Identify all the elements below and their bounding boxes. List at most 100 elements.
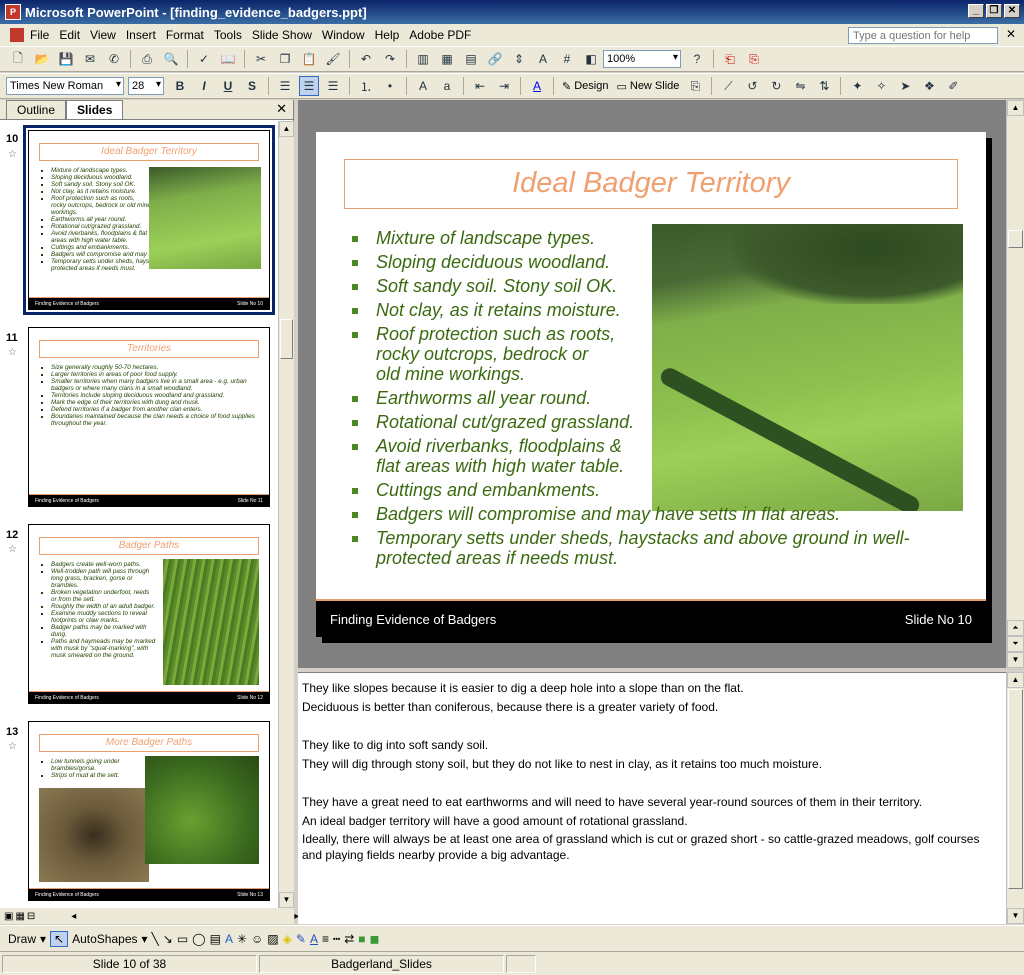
slide-scrollbar[interactable]: ▲ ⏶ ⏷ ▼ [1006,100,1024,668]
line-icon[interactable]: ╲ [152,932,159,946]
research-icon[interactable]: 📖 [218,49,238,69]
restore-button[interactable]: ❐ [986,4,1002,18]
pdf-convert-icon[interactable]: ⎗ [720,49,740,69]
slide-show-icon[interactable]: ⊟ [27,911,35,922]
align-right-icon[interactable]: ☰ [323,76,343,96]
format-painter-icon[interactable]: 🖌 [323,49,343,69]
notes-scrollbar[interactable]: ▲ ▼ [1006,672,1024,924]
speaker-notes[interactable]: They like slopes because it is easier to… [298,672,1006,924]
current-slide[interactable]: Ideal Badger Territory Mixture of landsc… [316,132,986,637]
font-color-icon[interactable]: A [527,76,547,96]
clip-art-icon[interactable]: ☺ [251,932,263,946]
highlighter-icon[interactable]: ✐ [943,76,963,96]
slide-thumbnail-12[interactable]: Badger Paths Badgers create well-worn pa… [28,524,270,704]
slide-thumbnail-10[interactable]: Ideal Badger Territory Mixture of landsc… [23,125,275,315]
oval-icon[interactable]: ◯ [192,932,205,946]
tables-borders-icon[interactable]: ▤ [461,49,481,69]
scrollbar-thumb[interactable] [1008,230,1023,248]
shadow-button[interactable]: S [242,76,262,96]
zoom-select[interactable]: 100% [603,50,681,68]
copy-icon[interactable]: ❐ [275,49,295,69]
close-pane-icon[interactable]: ✕ [276,101,287,117]
help-icon[interactable]: ? [687,49,707,69]
align-left-icon[interactable]: ☰ [275,76,295,96]
slide-thumbnail-11[interactable]: Territories Size generally roughly 50-70… [28,327,270,507]
dropdown-arrow-icon[interactable]: ▾ [142,932,148,946]
new-slide-button[interactable]: ▭ New Slide [616,80,679,93]
email-icon[interactable]: ✆ [104,49,124,69]
picture-icon[interactable]: ▨ [267,932,278,946]
wordart-icon[interactable]: A [225,932,233,946]
design-button[interactable]: ✎ Design [562,80,608,93]
diagram-icon[interactable]: ✳ [237,932,247,946]
print-preview-icon[interactable]: 🔍 [161,49,181,69]
color-grayscale-icon[interactable]: ◧ [581,49,601,69]
menu-slide-show[interactable]: Slide Show [252,28,320,42]
underline-button[interactable]: U [218,76,238,96]
new-file-icon[interactable]: 🗋 [8,49,28,69]
close-document-icon[interactable]: ✕ [1006,27,1016,41]
shadow-style-icon[interactable]: ■ [358,932,365,946]
increase-indent-icon[interactable]: ⇥ [494,76,514,96]
document-menu-icon[interactable] [10,28,24,42]
flip-horizontal-icon[interactable]: ⇋ [790,76,810,96]
menu-file[interactable]: File [30,28,57,42]
show-grid-icon[interactable]: # [557,49,577,69]
decrease-font-icon[interactable]: a [437,76,457,96]
next-slide-icon[interactable]: ⏷ [1007,636,1024,652]
open-folder-icon[interactable]: 📂 [32,49,52,69]
permission-icon[interactable]: ✉ [80,49,100,69]
thumbnails-scrollbar[interactable]: ▲ ▼ [278,121,294,908]
previous-slide-icon[interactable]: ⏶ [1007,620,1024,636]
bold-button[interactable]: B [170,76,190,96]
scrollbar-thumb[interactable] [1008,689,1023,889]
arrow-style-icon[interactable]: ⇄ [344,932,354,946]
menu-adobe-pdf[interactable]: Adobe PDF [409,28,479,42]
dropdown-arrow-icon[interactable]: ▾ [40,932,46,946]
tab-slides[interactable]: Slides [66,100,124,119]
align-center-icon[interactable]: ☰ [299,76,319,96]
expand-all-icon[interactable]: ⇕ [509,49,529,69]
insert-table-icon[interactable]: ▦ [437,49,457,69]
help-search-input[interactable] [848,27,998,44]
print-icon[interactable]: ⎙ [137,49,157,69]
scroll-down-icon[interactable]: ▼ [279,892,294,908]
edit-points-icon[interactable]: ⟋ [718,76,738,96]
cut-icon[interactable]: ✂ [251,49,271,69]
italic-button[interactable]: I [194,76,214,96]
scroll-down-icon[interactable]: ▼ [1007,652,1024,668]
normal-view-icon[interactable]: ▣ [4,911,13,922]
line-color-icon[interactable]: ✎ [296,932,306,946]
tab-outline[interactable]: Outline [6,100,67,119]
save-icon[interactable]: 💾 [56,49,76,69]
autoshapes-menu[interactable]: AutoShapes [72,932,137,946]
scroll-down-icon[interactable]: ▼ [1007,908,1024,924]
increase-font-icon[interactable]: A [413,76,433,96]
scroll-up-icon[interactable]: ▲ [279,121,294,137]
scroll-up-icon[interactable]: ▲ [1007,100,1024,116]
font-name-select[interactable]: Times New Roman [6,77,124,95]
menu-format[interactable]: Format [166,28,212,42]
show-formatting-icon[interactable]: A [533,49,553,69]
scroll-up-icon[interactable]: ▲ [1007,672,1024,688]
menu-insert[interactable]: Insert [126,28,164,42]
flip-vertical-icon[interactable]: ⇅ [814,76,834,96]
spelling-icon[interactable]: ✓ [194,49,214,69]
powerpoint-app-icon[interactable]: P [5,4,21,20]
undo-icon[interactable]: ↶ [356,49,376,69]
menu-view[interactable]: View [90,28,124,42]
action-settings-icon[interactable]: ➤ [895,76,915,96]
menu-edit[interactable]: Edit [59,28,88,42]
menu-tools[interactable]: Tools [214,28,250,42]
menu-window[interactable]: Window [322,28,373,42]
slide-thumbnail-13[interactable]: More Badger Paths Low tunnels going unde… [28,721,270,901]
decrease-indent-icon[interactable]: ⇤ [470,76,490,96]
dash-style-icon[interactable]: ┅ [333,932,340,946]
select-objects-icon[interactable]: ↖ [50,930,69,947]
font-color-icon[interactable]: A [310,932,318,946]
redo-icon[interactable]: ↷ [380,49,400,69]
line-style-icon[interactable]: ≡ [322,932,329,946]
rotate-left-icon[interactable]: ↺ [742,76,762,96]
scrollbar-thumb[interactable] [280,319,293,359]
rotate-right-icon[interactable]: ↻ [766,76,786,96]
